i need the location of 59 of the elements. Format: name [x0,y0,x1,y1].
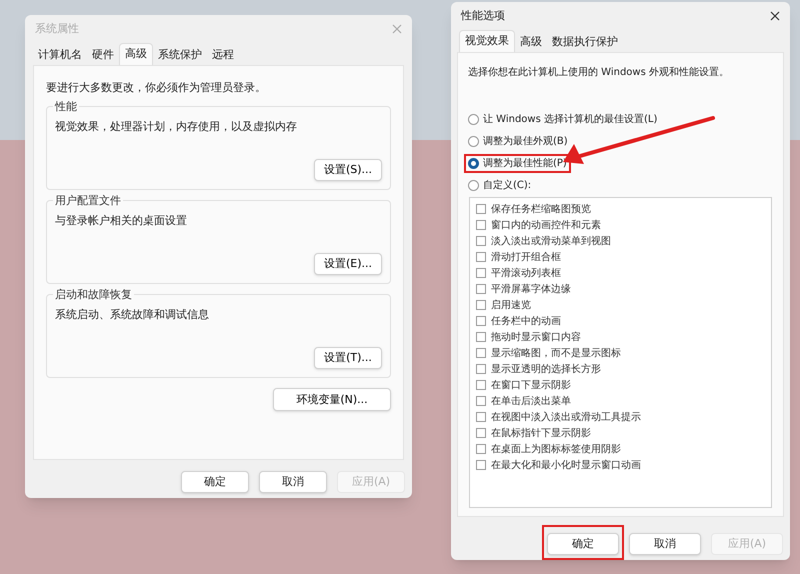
group-description: 视觉效果，处理器计划，内存使用，以及虚拟内存 [55,119,298,136]
close-icon[interactable] [770,10,780,21]
dialog-button[interactable]: 确定 [181,471,249,493]
option-label: 保存任务栏缩略图预览 [491,202,591,217]
checkbox[interactable] [476,364,486,374]
checkbox[interactable] [476,284,486,294]
checkbox[interactable] [476,428,486,438]
description-text: 选择你想在此计算机上使用的 Windows 外观和性能设置。 [468,66,730,80]
option-label: 窗口内的动画控件和元素 [491,218,601,233]
radio-button[interactable] [468,180,479,191]
checkbox[interactable] [476,348,486,358]
dialog-button[interactable]: 取消 [259,471,327,493]
settings-button[interactable]: 设置(S)... [314,159,382,182]
option-label: 在鼠标指针下显示阴影 [491,426,591,441]
checkbox[interactable] [476,412,486,422]
tab[interactable]: 高级 [119,42,153,65]
tab[interactable]: 视觉效果 [459,30,515,52]
option-label: 在桌面上为图标标签使用阴影 [491,442,621,457]
radio-label: 让 Windows 选择计算机的最佳设置(L) [483,112,658,127]
radio-label: 自定义(C): [483,178,532,193]
group-description: 与登录帐户相关的桌面设置 [55,213,188,230]
checkbox[interactable] [476,316,486,326]
checkbox[interactable] [476,268,486,278]
option-label: 淡入淡出或滑动菜单到视图 [491,234,611,249]
radio-button[interactable] [468,114,479,125]
option-label: 显示缩略图，而不是显示图标 [491,346,621,361]
option-label: 在单击后淡出菜单 [491,394,571,409]
checkbox[interactable] [476,332,486,342]
checkbox[interactable] [476,444,486,454]
environment-variables-button[interactable]: 环境变量(N)... [273,388,391,412]
option-label: 在窗口下显示阴影 [491,378,571,393]
option-label: 平滑滚动列表框 [491,266,561,281]
radio-button[interactable] [468,136,479,147]
dialog-button[interactable]: 取消 [629,533,701,555]
checkbox[interactable] [476,396,486,406]
option-label: 显示亚透明的选择长方形 [491,362,601,377]
admin-note: 要进行大多数更改，你必须作为管理员登录。 [46,80,267,96]
checkbox[interactable] [476,204,486,214]
checkbox[interactable] [476,300,486,310]
settings-button[interactable]: 设置(E)... [314,253,382,276]
option-label: 平滑屏幕字体边缘 [491,282,571,297]
checkbox[interactable] [476,220,486,230]
checkbox[interactable] [476,252,486,262]
option-label: 滑动打开组合框 [491,250,561,265]
checkbox[interactable] [476,236,486,246]
option-label: 在最大化和最小化时显示窗口动画 [491,458,641,473]
group-description: 系统启动、系统故障和调试信息 [55,307,210,324]
window-title: 系统属性 [35,20,79,37]
checkbox[interactable] [476,380,486,390]
option-label: 拖动时显示窗口内容 [491,330,581,345]
window-title: 性能选项 [461,8,505,24]
settings-button[interactable]: 设置(T)... [314,347,382,370]
radio-button[interactable] [468,158,479,169]
checkbox[interactable] [476,460,486,470]
dialog-button[interactable]: 确定 [547,533,619,555]
option-label: 任务栏中的动画 [491,314,561,329]
option-label: 在视图中淡入淡出或滑动工具提示 [491,410,641,425]
radio-label: 调整为最佳外观(B) [483,134,568,149]
option-label: 启用速览 [491,298,531,313]
